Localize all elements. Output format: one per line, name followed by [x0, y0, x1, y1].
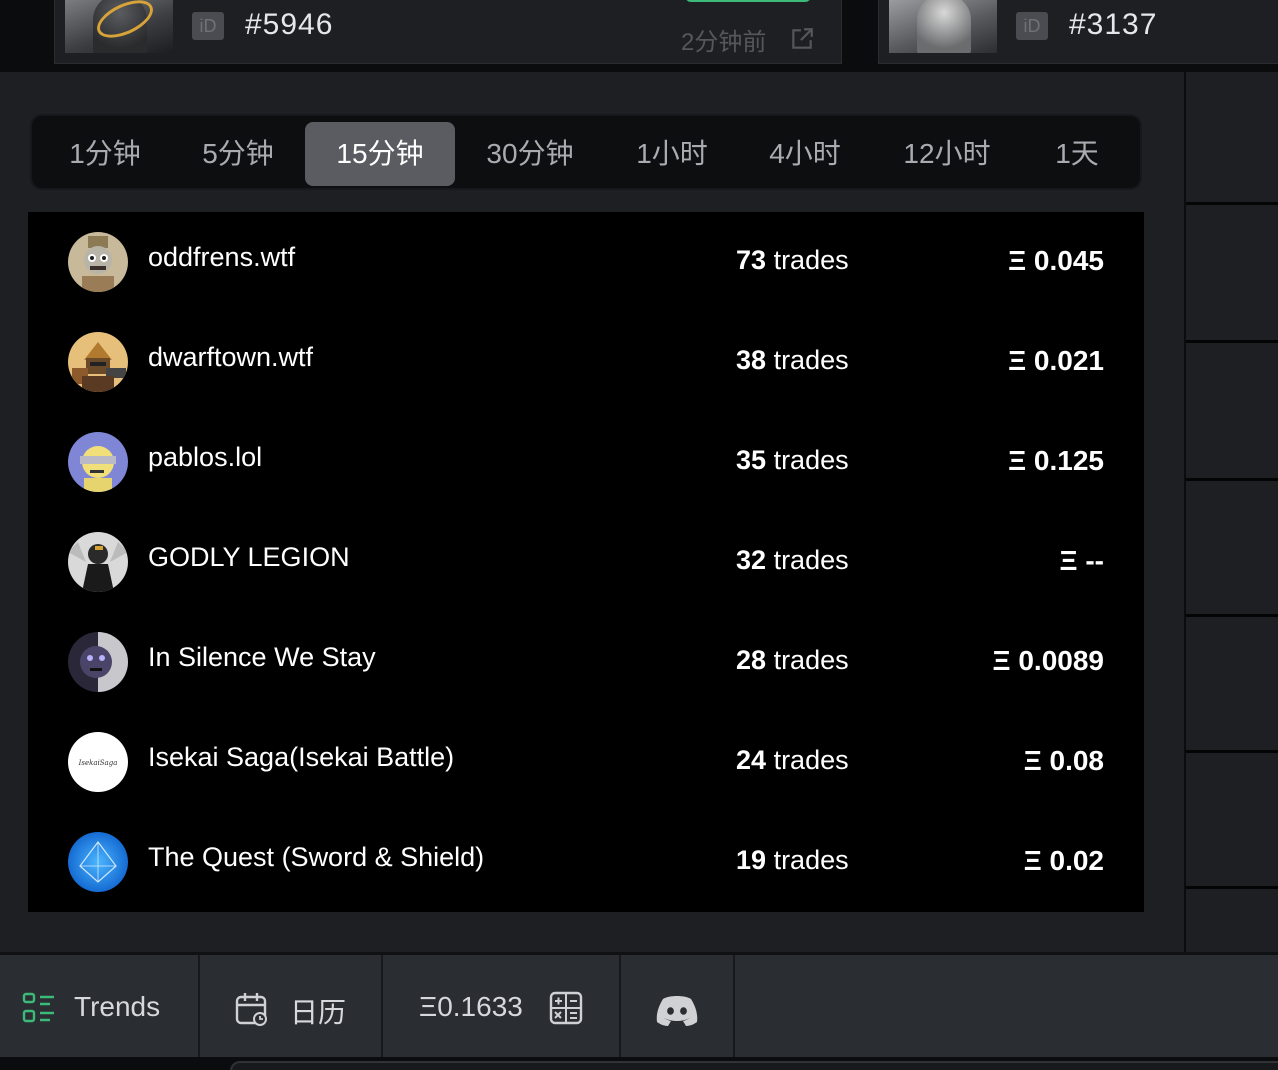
- calendar-icon: [235, 993, 267, 1026]
- collection-avatar: [68, 532, 128, 592]
- trending-panel: 1分钟 5分钟 15分钟 30分钟 1小时 4小时 12小时 1天 oddfre…: [0, 72, 1184, 952]
- nft-id-number: #3137: [1069, 8, 1158, 41]
- id-badge: iD: [192, 12, 224, 40]
- collection-row[interactable]: GODLY LEGION 32 trades Ξ --: [28, 512, 1144, 612]
- floor-price: Ξ --: [1059, 545, 1104, 576]
- calendar-label: 日历: [290, 997, 347, 1028]
- trends-button[interactable]: Trends: [0, 955, 200, 1057]
- floor-price: Ξ 0.045: [1008, 245, 1104, 276]
- nft-id-number: #5946: [245, 8, 334, 41]
- bottom-toolbar: Trends 日历 Ξ0.1633: [0, 952, 1278, 1070]
- tab-1d[interactable]: 1天: [1034, 122, 1120, 186]
- nft-card-5946[interactable]: iD #5946 2分钟前: [54, 0, 842, 64]
- floor-price: Ξ 0.08: [1023, 745, 1104, 776]
- time-ago: 2分钟前: [681, 29, 767, 56]
- discord-icon: [656, 996, 698, 1026]
- trends-icon: [22, 992, 54, 1023]
- trades-count: 35 trades: [736, 445, 849, 475]
- trades-count: 19 trades: [736, 845, 849, 875]
- collection-name: GODLY LEGION: [148, 542, 350, 572]
- trades-count: 28 trades: [736, 645, 849, 675]
- trades-count: 32 trades: [736, 545, 849, 575]
- nft-card-3137[interactable]: iD #3137: [878, 0, 1278, 64]
- floor-price: Ξ 0.125: [1008, 445, 1104, 476]
- timeframe-tabs: 1分钟 5分钟 15分钟 30分钟 1小时 4小时 12小时 1天: [30, 114, 1142, 190]
- floor-price: Ξ 0.02: [1023, 845, 1104, 876]
- collection-avatar: [68, 832, 128, 892]
- collection-avatar: IsekaiSaga: [68, 732, 128, 792]
- tab-12h[interactable]: 12小时: [880, 122, 1014, 186]
- discord-button[interactable]: [621, 955, 735, 1057]
- collection-row[interactable]: pablos.lol 35 trades Ξ 0.125: [28, 412, 1144, 512]
- collection-name: Isekai Saga(Isekai Battle): [148, 742, 455, 772]
- collection-row[interactable]: oddfrens.wtf 73 trades Ξ 0.045: [28, 212, 1144, 312]
- tab-1h[interactable]: 1小时: [612, 122, 732, 186]
- collection-name: dwarftown.wtf: [148, 342, 314, 372]
- tab-5m[interactable]: 5分钟: [180, 122, 296, 186]
- collection-name: In Silence We Stay: [148, 642, 376, 672]
- collection-avatar: [68, 332, 128, 392]
- collection-avatar: [68, 232, 128, 292]
- collection-name: pablos.lol: [148, 442, 263, 472]
- trades-count: 24 trades: [736, 745, 849, 775]
- collection-name: The Quest (Sword & Shield): [148, 842, 485, 872]
- tab-30m[interactable]: 30分钟: [464, 122, 596, 186]
- collection-avatar: [68, 632, 128, 692]
- collection-name: oddfrens.wtf: [148, 242, 296, 272]
- tab-1m[interactable]: 1分钟: [46, 122, 164, 186]
- external-link-icon[interactable]: [789, 26, 815, 52]
- calculator-icon: [549, 991, 583, 1025]
- collection-row[interactable]: IsekaiSaga Isekai Saga(Isekai Battle) 24…: [28, 712, 1144, 812]
- collection-row[interactable]: The Quest (Sword & Shield) 19 trades Ξ 0…: [28, 812, 1144, 912]
- floor-price: Ξ 0.021: [1008, 345, 1104, 376]
- right-column: [1186, 72, 1278, 952]
- status-indicator: [685, 0, 811, 2]
- id-badge: iD: [1016, 12, 1048, 40]
- nft-thumbnail: [65, 0, 173, 53]
- tab-4h[interactable]: 4小时: [744, 122, 866, 186]
- collection-row[interactable]: In Silence We Stay 28 trades Ξ 0.0089: [28, 612, 1144, 712]
- nft-thumbnail: [889, 0, 997, 53]
- collection-list: oddfrens.wtf 73 trades Ξ 0.045 dwarftown…: [28, 212, 1144, 912]
- svg-text:IsekaiSaga: IsekaiSaga: [78, 759, 118, 767]
- calendar-button[interactable]: 日历: [200, 955, 383, 1057]
- floor-price: Ξ 0.0089: [992, 645, 1104, 676]
- trends-label: Trends: [74, 991, 161, 1022]
- collection-row[interactable]: dwarftown.wtf 38 trades Ξ 0.021: [28, 312, 1144, 412]
- bottom-edge: [0, 1057, 1278, 1070]
- gas-value: Ξ0.1633: [419, 991, 523, 1022]
- collection-avatar: [68, 432, 128, 492]
- tab-15m[interactable]: 15分钟: [305, 122, 455, 186]
- trades-count: 73 trades: [736, 245, 849, 275]
- trades-count: 38 trades: [736, 345, 849, 375]
- gas-calculator-button[interactable]: Ξ0.1633: [383, 955, 621, 1057]
